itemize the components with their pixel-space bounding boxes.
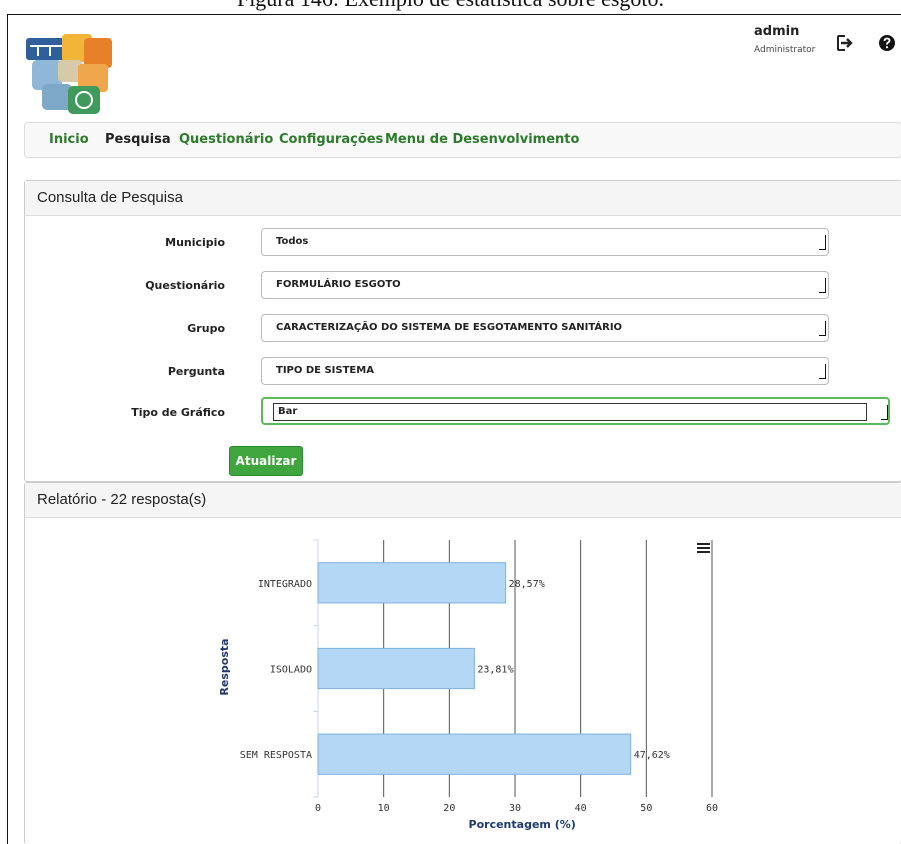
- question-circle-icon[interactable]: [878, 34, 896, 52]
- grupo-label: Grupo: [187, 322, 225, 335]
- questionario-value: FORMULÁRIO ESGOTO: [276, 279, 401, 290]
- chevron-down-icon: [819, 278, 826, 293]
- query-panel-title: Consulta de Pesquisa: [25, 181, 901, 216]
- nav-item-configuracoes[interactable]: Configurações: [279, 132, 383, 147]
- user-role: Administrator: [754, 45, 816, 55]
- questionario-select[interactable]: FORMULÁRIO ESGOTO: [261, 271, 829, 299]
- tipo-grafico-value: Bar: [278, 406, 298, 417]
- municipio-value: Todos: [276, 236, 309, 247]
- pergunta-select[interactable]: TIPO DE SISTEMA: [261, 357, 829, 385]
- nav-item-pesquisa[interactable]: Pesquisa: [105, 132, 171, 147]
- grupo-select[interactable]: CARACTERIZAÇÃO DO SISTEMA DE ESGOTAMENTO…: [261, 314, 829, 342]
- app-logo: [26, 34, 112, 114]
- pergunta-label: Pergunta: [167, 365, 225, 378]
- pergunta-value: TIPO DE SISTEMA: [276, 365, 374, 376]
- grupo-value: CARACTERIZAÇÃO DO SISTEMA DE ESGOTAMENTO…: [276, 322, 623, 333]
- chevron-down-icon: [819, 321, 826, 336]
- atualizar-button[interactable]: Atualizar: [229, 446, 303, 476]
- municipio-label: Municipio: [165, 236, 225, 249]
- nav-item-menu-desenvolvimento[interactable]: Menu de Desenvolvimento: [385, 132, 579, 147]
- nav-item-inicio[interactable]: Inicio: [49, 132, 89, 147]
- figure-caption: Figura 146: Exemplo de estatística sobre…: [0, 0, 901, 12]
- report-panel: Relatório - 22 resposta(s): [24, 482, 901, 844]
- main-nav: Inicio Pesquisa Questionário Configuraçõ…: [24, 122, 901, 158]
- sign-out-icon[interactable]: [836, 34, 854, 52]
- questionario-label: Questionário: [145, 279, 225, 292]
- chevron-down-icon: [881, 405, 888, 420]
- chevron-down-icon: [819, 235, 826, 250]
- tipo-grafico-label: Tipo de Gráfico: [131, 406, 225, 419]
- municipio-select[interactable]: Todos: [261, 228, 829, 256]
- tipo-grafico-select[interactable]: Bar: [261, 397, 890, 425]
- user-name: admin: [754, 24, 800, 39]
- chevron-down-icon: [819, 364, 826, 379]
- nav-item-questionario[interactable]: Questionário: [179, 132, 273, 147]
- user-info: admin Administrator: [754, 24, 815, 55]
- query-panel: Consulta de Pesquisa Municipio Todos Que…: [24, 180, 901, 482]
- report-panel-title: Relatório - 22 resposta(s): [25, 483, 901, 518]
- tipo-grafico-inner: Bar: [273, 403, 867, 421]
